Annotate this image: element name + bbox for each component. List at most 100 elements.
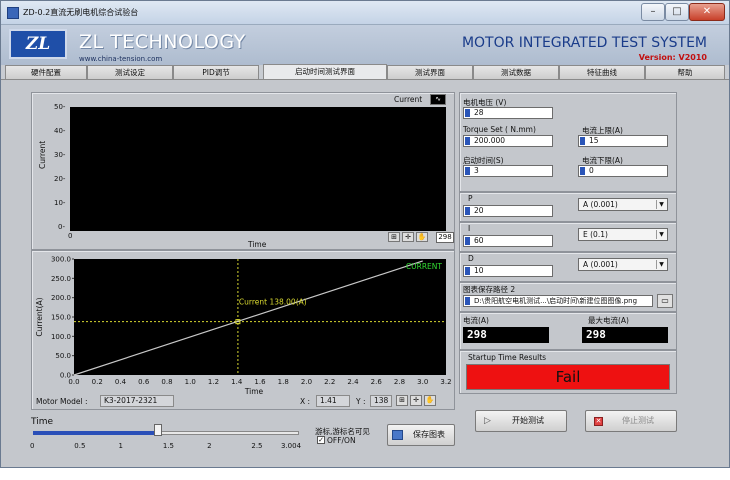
play-icon: ▷	[484, 416, 491, 426]
zoom-icon[interactable]: ⊞	[396, 395, 408, 406]
spin-control[interactable]	[465, 167, 470, 175]
motor-model-label: Motor Model :	[36, 397, 88, 406]
spin-control[interactable]	[465, 207, 470, 215]
plot-area	[74, 259, 446, 375]
pan-hand-icon[interactable]: ✋	[424, 395, 436, 406]
chevron-down-icon: ▼	[656, 260, 666, 269]
x-tick-label: 1.4	[231, 378, 243, 386]
stop-test-button[interactable]: ✕ 停止测试	[585, 410, 677, 432]
spin-control[interactable]	[465, 137, 470, 145]
x-tick-label: 0.6	[138, 378, 150, 386]
slider-tick-label: 0.5	[74, 442, 86, 450]
cursor-crosshair-icon[interactable]: ✛	[402, 232, 414, 242]
slider-tick-label: 1	[118, 442, 124, 450]
cursor-visibility-checkbox[interactable]: ✓	[317, 436, 325, 444]
y-tick-label: 100.0	[51, 333, 71, 341]
tab-startup-time-test[interactable]: 启动时间测试界面	[263, 64, 387, 80]
cursor-visibility-check-label: OFF/ON	[327, 436, 356, 445]
x-tick-label: 2.2	[324, 378, 335, 386]
slider-tick-label: 0	[30, 442, 35, 450]
spin-control[interactable]	[465, 297, 470, 305]
slider-thumb[interactable]	[153, 424, 162, 436]
startup-time-test-page: Current ∿ Current 50- 40- 30- 20- 10- 0-…	[1, 79, 729, 467]
x-tick-label: 2.0	[301, 378, 312, 386]
tab-test-data[interactable]: 测试数据	[473, 65, 559, 79]
slider-tick-label: 1.5	[162, 442, 174, 450]
pid-d-panel: D 10 A (0.001) ▼	[459, 252, 677, 282]
tab-hardware-config[interactable]: 硬件配置	[5, 65, 87, 79]
pid-p-unit-select[interactable]: A (0.001) ▼	[578, 198, 668, 211]
close-button[interactable]: ✕	[689, 3, 725, 21]
tab-test-settings[interactable]: 测试设定	[87, 65, 173, 79]
tab-help[interactable]: 帮助	[645, 65, 725, 79]
spin-control[interactable]	[465, 109, 470, 117]
pid-d-unit-select[interactable]: A (0.001) ▼	[578, 258, 668, 271]
x-tick-label: 0.4	[115, 378, 127, 386]
current-vs-time-chart: 0.050.0100.0150.0200.0250.0300.00.0 0.2 0.…	[35, 256, 452, 397]
x-tick-label: 1.2	[208, 378, 219, 386]
time-slider[interactable]: 0 0.5 1 1.5 2 2.5 3.004	[30, 424, 302, 454]
window-title: ZD-0.2直流无刷电机综合试验台	[23, 8, 139, 17]
x-tick-label: 1.8	[278, 378, 289, 386]
spin-control[interactable]	[465, 267, 470, 275]
spin-control[interactable]	[580, 137, 585, 145]
minimize-button[interactable]: –	[641, 3, 665, 21]
top-chart-ytick: 20-	[54, 175, 66, 183]
top-chart-ytick: 40-	[54, 127, 66, 135]
pid-i-unit-select[interactable]: E (0.1) ▼	[578, 228, 668, 241]
pid-i-panel: I 60 E (0.1) ▼	[459, 222, 677, 252]
current-display: 298	[463, 327, 549, 343]
slider-tick-label: 3.004	[281, 442, 302, 450]
cursor-y-value: 138	[370, 395, 392, 407]
x-tick-label: 0.8	[161, 378, 172, 386]
save-chart-button[interactable]: 保存图表	[387, 424, 455, 446]
start-test-button[interactable]: ▷ 开始测试	[475, 410, 567, 432]
zoom-icon[interactable]: ⊞	[388, 232, 400, 242]
app-window: ZD-0.2直流无刷电机综合试验台 – □ ✕ ZL ZL TECHNOLOGY…	[0, 0, 730, 468]
pid-p-input[interactable]: 20	[463, 205, 553, 217]
current-readouts-panel: 电流(A) 298 最大电流(A) 298	[459, 312, 677, 350]
start-time-input[interactable]: 3	[463, 165, 553, 177]
top-chart-xmax-input[interactable]: 298	[436, 232, 454, 243]
motor-voltage-input[interactable]: 28	[463, 107, 553, 119]
maximize-button[interactable]: □	[665, 3, 689, 21]
y-tick-label: 150.0	[51, 314, 71, 322]
spin-control[interactable]	[465, 237, 470, 245]
company-name: ZL TECHNOLOGY	[79, 31, 246, 53]
torque-set-label: Torque Set ( N.mm)	[463, 125, 536, 134]
torque-set-input[interactable]: 200.000	[463, 135, 553, 147]
stop-icon: ✕	[594, 417, 603, 426]
tab-test-interface[interactable]: 测试界面	[387, 65, 473, 79]
cursor-crosshair-icon[interactable]: ✛	[410, 395, 422, 406]
top-chart-plot-area	[70, 107, 446, 231]
startup-result-indicator: Fail	[466, 364, 670, 390]
tab-pid-tuning[interactable]: PID调节	[173, 65, 259, 79]
slider-tick-label: 2	[207, 442, 212, 450]
stop-test-label: 停止测试	[622, 416, 654, 425]
slider-fill	[33, 431, 158, 435]
y-tick-label: 250.0	[51, 275, 71, 283]
app-icon	[7, 7, 19, 19]
current-label: 电流(A)	[463, 316, 489, 325]
pid-i-input[interactable]: 60	[463, 235, 553, 247]
startup-time-results-label: Startup Time Results	[468, 353, 547, 362]
image-save-path-label: 图表保存路径 2	[463, 285, 516, 294]
top-chart-ytick: 30-	[54, 151, 66, 159]
pan-hand-icon[interactable]: ✋	[416, 232, 428, 242]
x-tick-label: 0.0	[68, 378, 79, 386]
x-tick-label: 0.2	[92, 378, 103, 386]
x-tick-label: 2.4	[347, 378, 359, 386]
cursor-x-value: 1.41	[316, 395, 350, 407]
legend-plot-style-icon[interactable]: ∿	[430, 94, 446, 105]
tab-characteristic-curve[interactable]: 特征曲线	[559, 65, 645, 79]
company-logo: ZL	[9, 29, 67, 59]
current-vs-time-chart-panel: 0.0 50.0 100.0 150.0 200.0 250.0 300.0 0.0 0.2 0.…	[31, 250, 455, 410]
image-save-path-panel: 图表保存路径 2 D:\贵阳航空电机测试...\启动时间\新建位图图像.png …	[459, 282, 677, 312]
current-upper-limit-input[interactable]: 15	[578, 135, 668, 147]
spin-control[interactable]	[580, 167, 585, 175]
browse-folder-icon[interactable]: ▭	[657, 294, 673, 308]
y-tick-label: 300.0	[51, 256, 71, 264]
current-lower-limit-input[interactable]: 0	[578, 165, 668, 177]
pid-d-input[interactable]: 10	[463, 265, 553, 277]
image-save-path-input[interactable]: D:\贵阳航空电机测试...\启动时间\新建位图图像.png	[463, 295, 653, 307]
